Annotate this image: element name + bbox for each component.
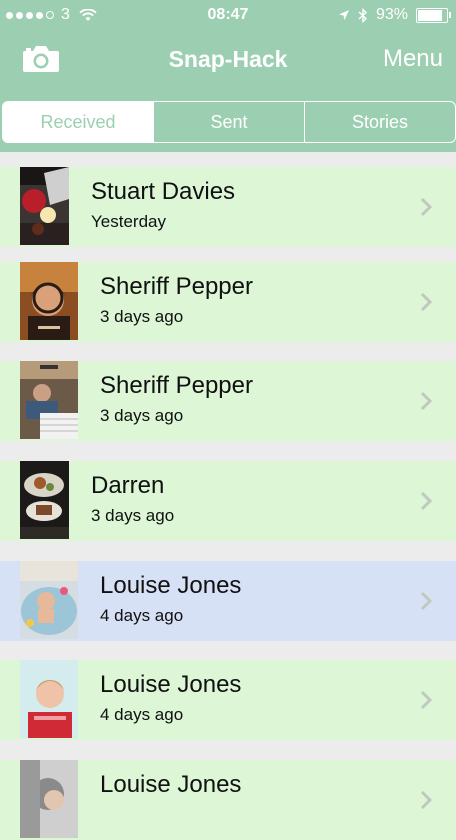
snap-time: 4 days ago: [100, 705, 184, 724]
tab-stories[interactable]: Stories: [304, 102, 455, 142]
snap-sender-name: Stuart Davies: [91, 178, 236, 205]
battery-icon: [416, 7, 451, 23]
navbar: Snap-Hack Menu: [0, 34, 456, 92]
snap-sender-name: Louise Jones: [100, 671, 242, 698]
snap-row-stuart-davies[interactable]: Stuart Davies Yesterday: [0, 167, 456, 247]
battery-tip: [449, 11, 451, 18]
chevron-right-icon: [420, 491, 433, 511]
snap-sender-name: Sheriff Pepper: [100, 273, 253, 300]
snap-thumbnail: [20, 167, 69, 245]
chevron-right-icon: [420, 292, 433, 312]
snap-row-sheriff-pepper[interactable]: Sheriff Pepper 3 days ago: [0, 361, 456, 441]
chevron-right-icon: [420, 690, 433, 710]
snap-row-louise-jones[interactable]: Louise Jones: [0, 760, 456, 840]
bluetooth-icon: [358, 7, 367, 23]
segmented-control: Received Sent Stories: [2, 101, 456, 143]
status-right: 93%: [338, 6, 451, 24]
header: 3 08:47 93% Snap-Hack Menu Received Sent…: [0, 0, 456, 152]
tab-received[interactable]: Received: [3, 102, 153, 142]
snap-row-louise-jones[interactable]: Louise Jones 4 days ago: [0, 561, 456, 641]
snap-row-louise-jones[interactable]: Louise Jones 4 days ago: [0, 660, 456, 740]
status-bar: 3 08:47 93%: [0, 0, 456, 32]
chevron-right-icon: [420, 790, 433, 810]
snap-time: 3 days ago: [100, 406, 184, 425]
snap-thumbnail: [20, 561, 78, 639]
menu-button[interactable]: Menu: [383, 45, 443, 73]
snap-row-sheriff-pepper[interactable]: Sheriff Pepper 3 days ago: [0, 262, 456, 342]
snap-sender-name: Sheriff Pepper: [100, 372, 253, 399]
snap-thumbnail: [20, 262, 78, 340]
snap-sender-name: Darren: [91, 472, 165, 499]
snap-thumbnail: [20, 660, 78, 738]
snap-thumbnail: [20, 760, 78, 838]
tab-sent[interactable]: Sent: [153, 102, 304, 142]
snap-time: 3 days ago: [100, 307, 184, 326]
snap-thumbnail: [20, 361, 78, 439]
snap-sender-name: Louise Jones: [100, 771, 242, 798]
battery-percent: 93%: [375, 6, 408, 23]
snap-time: Yesterday: [91, 212, 166, 231]
snap-thumbnail: [20, 461, 69, 539]
chevron-right-icon: [420, 391, 433, 411]
chevron-right-icon: [420, 197, 433, 217]
snap-sender-name: Louise Jones: [100, 572, 242, 599]
snap-time: 3 days ago: [91, 506, 175, 525]
snap-time: 4 days ago: [100, 606, 184, 625]
location-arrow-icon: [338, 10, 349, 20]
snap-row-darren[interactable]: Darren 3 days ago: [0, 461, 456, 541]
chevron-right-icon: [420, 591, 433, 611]
battery-fill: [418, 9, 442, 21]
